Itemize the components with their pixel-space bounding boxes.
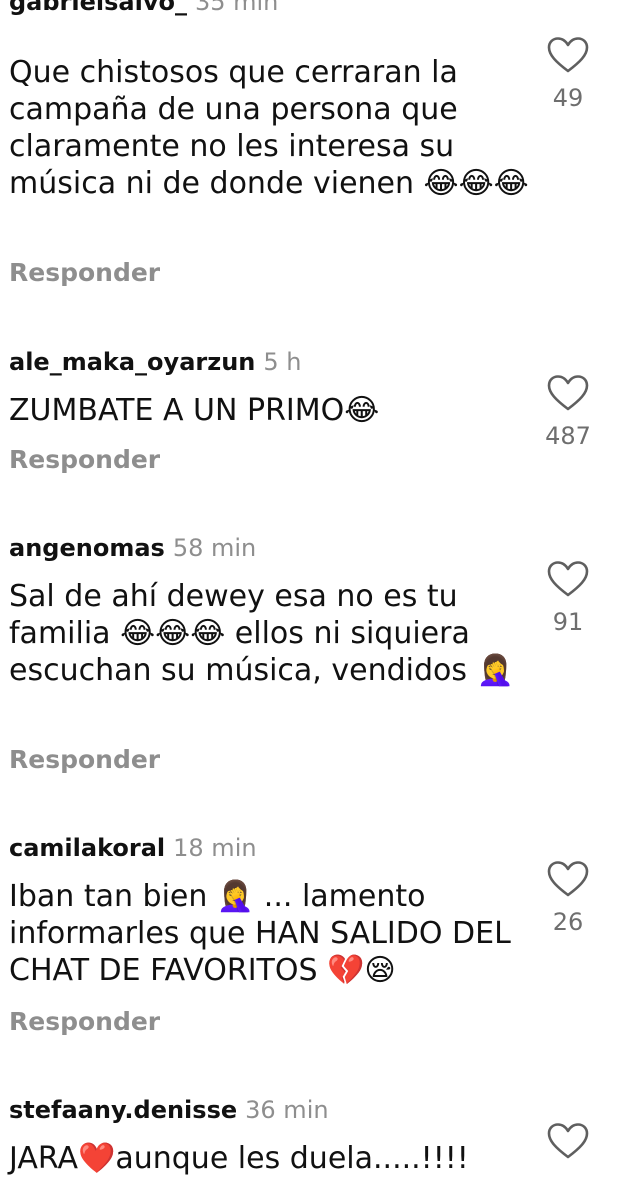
heart-icon: [547, 861, 589, 897]
heart-icon: [547, 561, 589, 597]
comment-text: Iban tan bien 🤦‍♀️ ... lamento informarl…: [9, 879, 511, 988]
comment-time: 5 h: [263, 348, 302, 376]
comment-username[interactable]: gabrielsalvo_: [9, 0, 187, 16]
comment-time: 58 min: [172, 534, 257, 562]
reply-button[interactable]: Responder: [9, 1007, 160, 1036]
like-count: 91: [552, 608, 584, 636]
reply-button[interactable]: Responder: [9, 258, 160, 287]
comment-username[interactable]: angenomas: [9, 534, 165, 562]
comment-time: 35 min: [194, 0, 279, 16]
like-button[interactable]: [546, 374, 590, 412]
comment-4-text-clipped: JARA❤️aunque les duela.....!!!!: [0, 1120, 624, 1200]
comment-text: JARA❤️aunque les duela.....!!!!: [9, 1141, 469, 1176]
comment-header: gabrielsalvo_ 35 min: [9, 0, 278, 16]
comment-time: 18 min: [173, 834, 257, 862]
comment-username[interactable]: camilakoral: [9, 834, 165, 862]
like-button[interactable]: [546, 36, 590, 74]
heart-icon: [547, 375, 589, 411]
like-count: 26: [552, 908, 584, 936]
like-button[interactable]: [546, 860, 590, 898]
comment-text: Sal de ahí dewey esa no es tu familia 😂😂…: [9, 579, 514, 688]
comment-header: ale_maka_oyarzun 5 h: [9, 348, 301, 376]
comment-text: ZUMBATE A UN PRIMO😂: [9, 393, 380, 428]
comment-0-header-clipped: gabrielsalvo_ 35 min: [0, 0, 624, 34]
comment-text: Que chistosos que cerraran la campaña de…: [9, 55, 529, 201]
reply-button[interactable]: Responder: [9, 745, 160, 774]
reply-button[interactable]: Responder: [9, 445, 160, 474]
heart-icon: [547, 37, 589, 73]
comment-username[interactable]: ale_maka_oyarzun: [9, 348, 255, 376]
comment-header: camilakoral 18 min: [9, 834, 257, 862]
comment-header: angenomas 58 min: [9, 534, 256, 562]
like-count: 49: [552, 84, 584, 112]
like-count: 487: [545, 422, 591, 450]
like-button[interactable]: [546, 560, 590, 598]
